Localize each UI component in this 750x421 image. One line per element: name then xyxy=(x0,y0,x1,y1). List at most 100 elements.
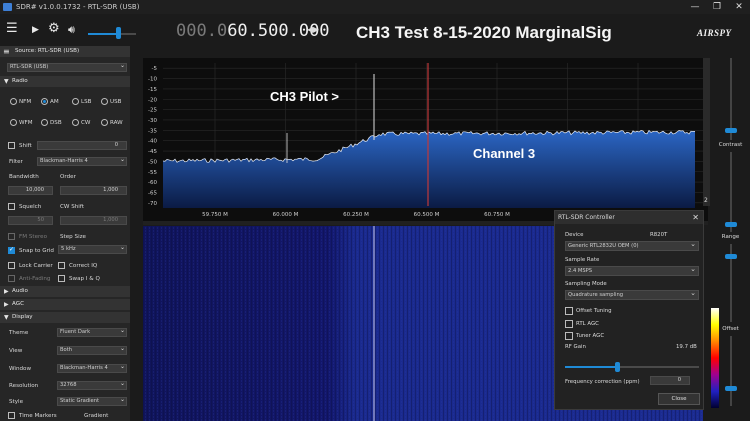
close-dialog-button[interactable]: Close xyxy=(658,393,700,405)
play-icon[interactable]: ▶ xyxy=(32,25,39,35)
sample-rate-select[interactable]: 2.4 MSPS xyxy=(565,265,699,276)
window-select[interactable]: Blackman-Harris 4 xyxy=(57,364,127,373)
theme-label: Theme xyxy=(9,330,29,336)
filter-select[interactable]: Blackman-Harris 4 xyxy=(37,157,127,166)
order-spinner[interactable]: 1,000 xyxy=(60,186,127,195)
y-axis-ticks: -5 -10 -15 -20 -25 -30 -35 -40 -45 -50 -55 -60 -65 -7… xyxy=(148,66,157,207)
radio-am[interactable] xyxy=(41,98,48,105)
x-tick-label: 60.500 M xyxy=(414,212,440,218)
shift-checkbox[interactable] xyxy=(8,142,15,149)
y-tick-label: -40 xyxy=(148,139,157,145)
filter-label: Filter xyxy=(9,159,23,165)
fm-stereo-checkbox[interactable] xyxy=(8,233,15,240)
sample-rate-label: Sample Rate xyxy=(565,257,600,263)
view-select[interactable]: Both xyxy=(57,346,127,355)
minimize-button[interactable]: — xyxy=(684,0,706,14)
source-select[interactable]: RTL-SDR (USB) xyxy=(7,63,127,72)
radio-nfm[interactable] xyxy=(10,98,17,105)
cw-shift-spinner[interactable]: 1,000 xyxy=(60,216,127,225)
time-markers-label: Time Markers xyxy=(19,413,57,419)
lock-carrier-checkbox[interactable] xyxy=(8,262,15,269)
spectrum-plot[interactable]: -5 -10 -15 -20 -25 -30 -35 -40 -45 -50 -55 -60 -65 -7… xyxy=(143,58,708,221)
time-markers-checkbox[interactable] xyxy=(8,412,15,419)
contrast-slider[interactable] xyxy=(730,152,732,232)
zoom-knob[interactable] xyxy=(725,128,737,133)
offset-tuning-checkbox[interactable] xyxy=(565,307,573,315)
cw-shift-label: CW Shift xyxy=(60,204,84,210)
range-knob[interactable] xyxy=(725,254,737,259)
squelch-label: Squelch xyxy=(19,204,42,210)
menu-icon[interactable]: ☰ xyxy=(6,21,18,36)
scroll-label: 2 xyxy=(704,197,708,204)
contrast-knob[interactable] xyxy=(725,222,737,227)
window-title: SDR# v1.0.0.1732 - RTL-SDR (USB) xyxy=(16,3,140,11)
gear-icon[interactable]: ⚙ xyxy=(48,21,60,36)
squelch-checkbox[interactable] xyxy=(8,203,15,210)
rtl-agc-label: RTL AGC xyxy=(576,321,599,327)
right-panel: Contrast Range Offset xyxy=(711,46,750,421)
pilot-annotation: CH3 Pilot > xyxy=(270,89,339,104)
radio-lsb[interactable] xyxy=(72,98,79,105)
frequency-nav-arrows[interactable]: ◂▸ xyxy=(307,22,319,36)
radio-cw[interactable] xyxy=(72,119,79,126)
y-tick-label: -25 xyxy=(148,108,157,114)
anti-fading-checkbox[interactable] xyxy=(8,275,15,282)
maximize-button[interactable]: ❐ xyxy=(706,0,728,14)
radio-header[interactable]: ▼ Radio xyxy=(0,76,130,87)
rtl-sdr-controller-dialog: RTL-SDR Controller ✕ Device R820T Generi… xyxy=(554,210,704,410)
display-header-label: Display xyxy=(12,314,33,320)
audio-header-label: Audio xyxy=(12,288,28,294)
y-tick-label: -20 xyxy=(148,97,157,103)
mode-label: NFM xyxy=(19,99,32,105)
channel-annotation: Channel 3 xyxy=(473,146,536,161)
mode-label: WFM xyxy=(19,120,33,126)
radio-wfm[interactable] xyxy=(10,119,17,126)
fm-stereo-label: FM Stereo xyxy=(19,234,48,240)
sampling-mode-select[interactable]: Quadrature sampling xyxy=(565,289,699,300)
title-bar: SDR# v1.0.0.1732 - RTL-SDR (USB) xyxy=(0,0,750,14)
radio-usb[interactable] xyxy=(101,98,108,105)
style-select[interactable]: Static Gradient xyxy=(57,397,127,406)
tuner-agc-checkbox[interactable] xyxy=(565,332,573,340)
y-tick-label: -5 xyxy=(152,66,158,72)
device-select[interactable]: Generic RTL2832U OEM (0) xyxy=(565,240,699,251)
spectrum-area xyxy=(163,130,695,208)
display-header[interactable]: ▼ Display xyxy=(0,312,130,323)
squelch-spinner[interactable]: 50 xyxy=(8,216,53,225)
y-tick-label: -55 xyxy=(148,170,157,176)
spectrum-scrollbar[interactable] xyxy=(703,58,710,206)
rf-gain-knob[interactable] xyxy=(615,362,620,372)
offset-tuning-label: Offset Tuning xyxy=(576,308,612,314)
step-size-select[interactable]: 5 kHz xyxy=(58,245,127,254)
y-tick-label: -15 xyxy=(148,87,157,93)
freq-correction-spinner[interactable]: 0 xyxy=(650,376,690,385)
snap-to-grid-checkbox[interactable] xyxy=(8,246,15,254)
close-button[interactable]: ✕ xyxy=(728,0,750,14)
radio-raw[interactable] xyxy=(101,119,108,126)
volume-icon[interactable]: 🔊︎ xyxy=(68,23,75,37)
app-icon xyxy=(3,3,12,11)
tuner-agc-label: Tuner AGC xyxy=(576,333,605,339)
agc-header[interactable]: ▶ AGC xyxy=(0,299,130,310)
swap-iq-checkbox[interactable] xyxy=(58,275,65,282)
agc-header-label: AGC xyxy=(12,301,24,307)
offset-slider[interactable] xyxy=(730,336,732,406)
resolution-select[interactable]: 32768 xyxy=(57,381,127,390)
shift-spinner[interactable]: 0 xyxy=(37,141,127,150)
theme-select[interactable]: Fluent Dark xyxy=(57,328,127,337)
device-chip: R820T xyxy=(650,232,668,238)
chevron-down-icon: ▼ xyxy=(4,314,9,321)
rtl-agc-checkbox[interactable] xyxy=(565,320,573,328)
offset-knob[interactable] xyxy=(725,386,737,391)
mode-label: AM xyxy=(50,99,59,105)
correct-iq-checkbox[interactable] xyxy=(58,262,65,269)
source-header[interactable]: ≡ Source: RTL-SDR (USB) xyxy=(0,46,130,57)
y-tick-label: -70 xyxy=(148,201,157,207)
audio-header[interactable]: ▶ Audio xyxy=(0,286,130,297)
close-icon[interactable]: ✕ xyxy=(692,211,699,224)
spectrum-panel[interactable]: -5 -10 -15 -20 -25 -30 -35 -40 -45 -50 -55 -60 -65 -7… xyxy=(143,58,708,221)
volume-knob[interactable] xyxy=(116,27,121,39)
bandwidth-spinner[interactable]: 10,000 xyxy=(8,186,53,195)
gradient-bar xyxy=(711,308,719,408)
radio-dsb[interactable] xyxy=(41,119,48,126)
